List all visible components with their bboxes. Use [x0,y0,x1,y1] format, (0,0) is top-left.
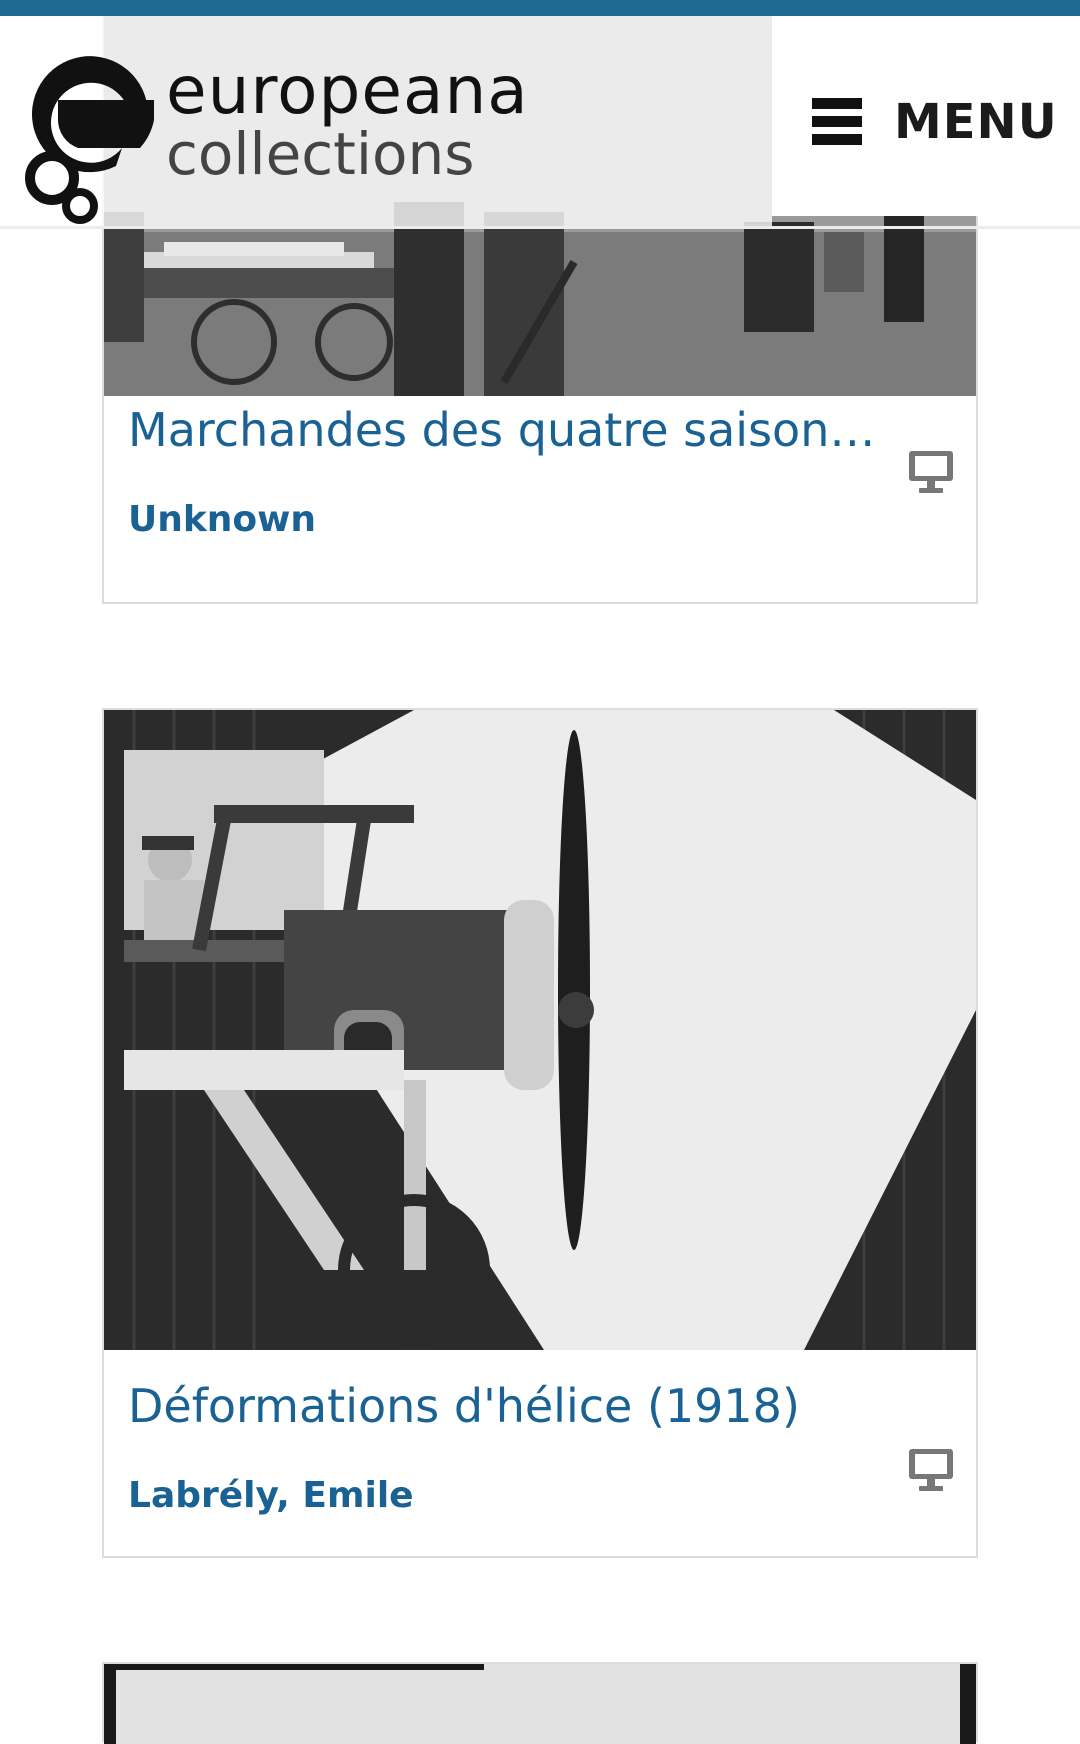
propeller-photo [104,710,976,1350]
site-header: europeana collections MENU [0,16,1080,228]
hamburger-icon [812,98,862,148]
result-card[interactable] [102,1662,978,1744]
result-title[interactable]: Marchandes des quatre saisons (… [128,402,888,458]
result-card[interactable]: Déformations d'hélice (1918) Labrély, Em… [102,708,978,1558]
top-accent-bar [0,0,1080,16]
result-creator[interactable]: Labrély, Emile [128,1474,414,1518]
result-creator[interactable]: Unknown [128,498,316,542]
film-frame-photo [104,1664,976,1744]
menu-button[interactable]: MENU [812,86,1062,156]
logo-text-collections: collections [166,120,475,188]
menu-label: MENU [894,94,1058,150]
result-thumbnail[interactable] [104,710,976,1350]
result-title[interactable]: Déformations d'hélice (1918) [128,1378,888,1434]
header-divider [0,226,1080,229]
monitor-icon [909,1449,953,1491]
logo-panel: europeana collections [0,16,772,228]
menu-panel: MENU [772,16,1080,216]
result-thumbnail[interactable] [104,1664,976,1744]
monitor-icon [909,451,953,493]
europeana-e-icon [25,56,154,224]
logo-text-europeana: europeana [166,52,529,129]
